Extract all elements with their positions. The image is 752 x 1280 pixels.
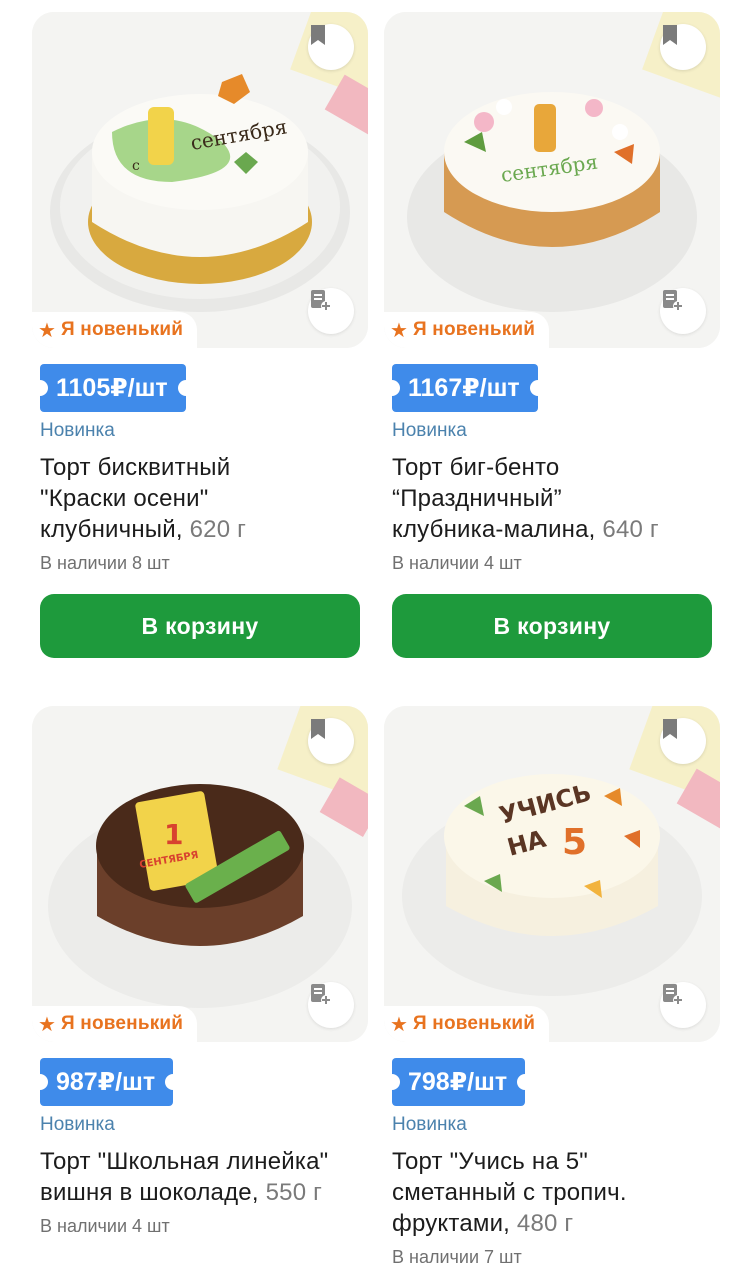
add-note-button[interactable] [660, 982, 706, 1028]
product-grid: с сентября ★ Я новенький 1105₽/шт Новинк… [0, 0, 752, 1280]
cake-text: 1 [164, 818, 183, 851]
bookmark-button[interactable] [308, 24, 354, 70]
star-icon: ★ [38, 319, 56, 342]
product-title[interactable]: Торт "Учись на 5" сметанный с тропич. фр… [392, 1146, 720, 1239]
product-photo[interactable]: с сентября ★ Я новенький [32, 12, 368, 348]
add-note-icon [663, 984, 683, 1005]
new-label: Новинка [40, 420, 115, 441]
badge-label: Я новенький [60, 1013, 184, 1034]
new-label: Новинка [392, 420, 467, 441]
stock-status: В наличии 4 шт [392, 553, 522, 573]
bookmark-icon [311, 719, 325, 739]
add-note-button[interactable] [308, 288, 354, 334]
price-tag: 1167₽/шт [384, 364, 546, 412]
price-value: 1105₽/шт [56, 374, 168, 402]
stock-status: В наличии 4 шт [40, 1216, 170, 1236]
bookmark-button[interactable] [660, 718, 706, 764]
new-customer-badge: ★ Я новенький [384, 312, 550, 348]
price-value: 798₽/шт [408, 1068, 508, 1096]
new-label: Новинка [40, 1114, 115, 1135]
product-title[interactable]: Торт бисквитный "Краски осени" клубничны… [40, 452, 368, 545]
add-note-icon [311, 290, 331, 311]
bookmark-icon [663, 25, 677, 45]
price-tag: 798₽/шт [384, 1058, 534, 1106]
badge-label: Я новенький [60, 319, 184, 340]
cake-text: 5 [562, 822, 587, 863]
add-to-cart-button[interactable]: В корзину [392, 594, 712, 658]
badge-label: Я новенький [412, 1013, 536, 1034]
new-customer-badge: ★ Я новенький [32, 1006, 198, 1042]
bookmark-button[interactable] [660, 24, 706, 70]
product-weight: 550 г [265, 1179, 323, 1206]
star-icon: ★ [38, 1013, 56, 1036]
star-icon: ★ [390, 1013, 408, 1036]
add-note-button[interactable] [660, 288, 706, 334]
bookmark-button[interactable] [308, 718, 354, 764]
bookmark-icon [311, 25, 325, 45]
product-card[interactable]: с сентября ★ Я новенький 1105₽/шт Новинк… [32, 12, 368, 658]
badge-label: Я новенький [412, 319, 536, 340]
new-customer-badge: ★ Я новенький [384, 1006, 550, 1042]
cake-text: с [132, 158, 140, 174]
product-photo[interactable]: сентября ★ Я новенький [384, 12, 720, 348]
product-title[interactable]: Торт биг-бенто “Праздничный” клубника-ма… [392, 452, 720, 545]
add-note-icon [311, 984, 331, 1005]
product-photo[interactable]: 1 СЕНТЯБРЯ ★ Я новенький [32, 706, 368, 1042]
product-title[interactable]: Торт "Школьная линейка" вишня в шоколаде… [40, 1146, 368, 1208]
new-label: Новинка [392, 1114, 467, 1135]
price-value: 987₽/шт [56, 1068, 156, 1096]
stock-status: В наличии 8 шт [40, 553, 170, 573]
product-card[interactable]: сентября ★ Я новенький 1167₽/шт Новинка … [384, 12, 720, 658]
add-note-icon [663, 290, 683, 311]
product-photo[interactable]: УЧИСЬ НА 5 ★ Я новенький [384, 706, 720, 1042]
new-customer-badge: ★ Я новенький [32, 312, 198, 348]
product-card[interactable]: УЧИСЬ НА 5 ★ Я новенький 798₽/шт Новинка… [384, 706, 720, 1268]
price-tag: 1105₽/шт [32, 364, 194, 412]
product-weight: 480 г [516, 1210, 574, 1237]
star-icon: ★ [390, 319, 408, 342]
product-weight: 620 г [189, 516, 247, 543]
product-weight: 640 г [602, 516, 659, 543]
price-tag: 987₽/шт [32, 1058, 182, 1106]
bookmark-icon [663, 719, 677, 739]
product-card[interactable]: 1 СЕНТЯБРЯ ★ Я новенький 987₽/шт Новинка… [32, 706, 368, 1237]
add-to-cart-button[interactable]: В корзину [40, 594, 360, 658]
stock-status: В наличии 7 шт [392, 1247, 522, 1267]
add-note-button[interactable] [308, 982, 354, 1028]
price-value: 1167₽/шт [408, 374, 520, 402]
